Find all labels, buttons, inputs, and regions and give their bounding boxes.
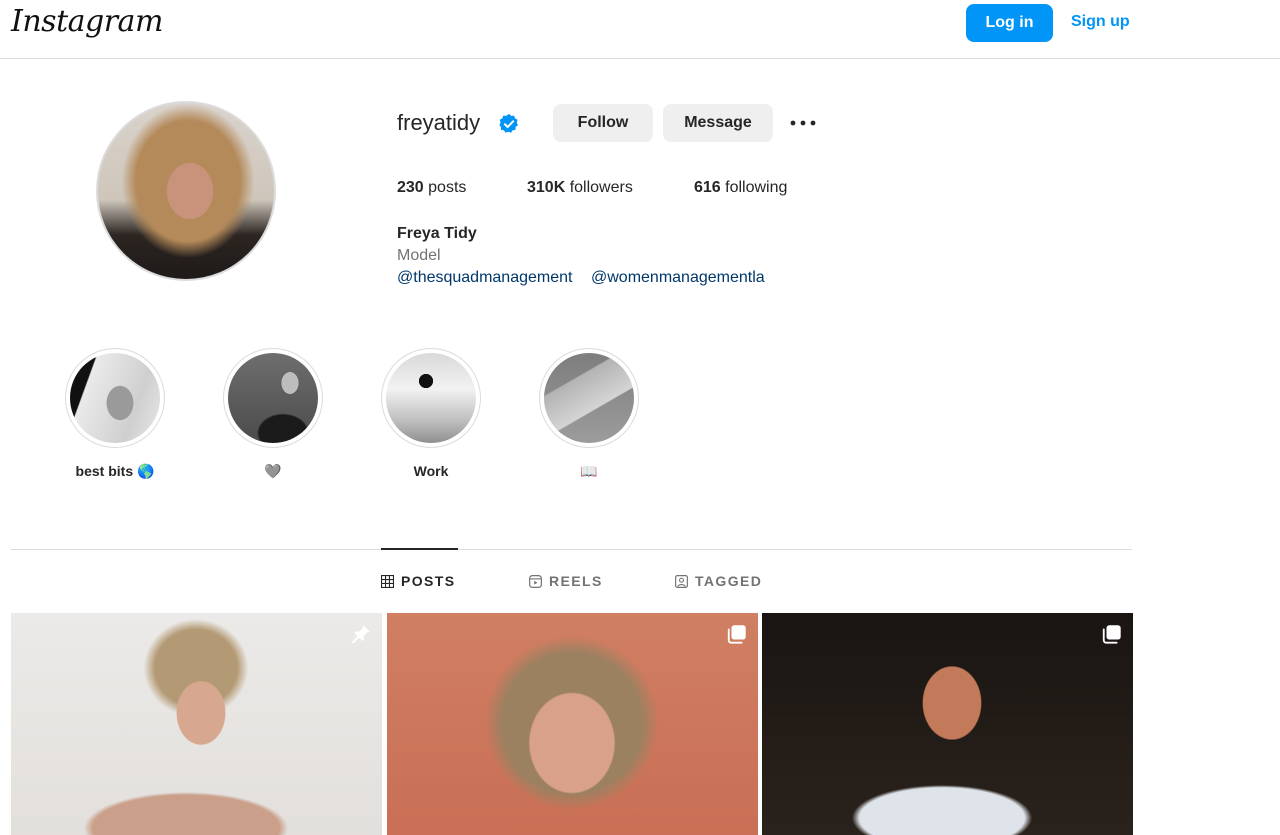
highlight-item[interactable]: best bits 🌎 (65, 348, 165, 479)
highlight-item[interactable]: 🩶 (223, 348, 323, 479)
highlight-label: best bits 🌎 (75, 463, 155, 479)
followers-stat[interactable]: 310K followers (527, 179, 633, 197)
highlight-cover-image (70, 353, 160, 443)
following-stat[interactable]: 616 following (694, 179, 787, 197)
verified-badge-icon (499, 113, 518, 133)
follow-button[interactable]: Follow (553, 104, 653, 142)
profile-username: freyatidy (397, 110, 481, 135)
highlight-ring (539, 348, 639, 448)
more-horizontal-icon[interactable] (786, 112, 820, 134)
posts-label: posts (423, 179, 467, 196)
post-thumbnail[interactable] (11, 613, 382, 835)
highlight-ring (381, 348, 481, 448)
followers-label: followers (565, 179, 633, 196)
pin-icon (352, 625, 370, 644)
highlight-ring (65, 348, 165, 448)
message-button[interactable]: Message (663, 104, 773, 142)
tab-reels-label: REELS (549, 573, 603, 589)
signup-link[interactable]: Sign up (1071, 13, 1130, 31)
carousel-icon (727, 625, 746, 644)
highlight-cover-image (386, 353, 476, 443)
highlight-ring (223, 348, 323, 448)
instagram-logo[interactable]: Instagram (11, 4, 163, 39)
following-count: 616 (694, 179, 721, 196)
carousel-icon (1102, 625, 1121, 644)
following-label: following (720, 179, 788, 196)
bio-mention-women[interactable]: @womenmanagementla (591, 269, 765, 287)
post-thumbnail[interactable] (387, 613, 758, 835)
highlight-label: 🩶 (264, 463, 282, 479)
profile-avatar[interactable] (96, 101, 276, 281)
tabs-divider (11, 549, 1132, 550)
tab-posts-label: POSTS (401, 573, 456, 589)
posts-count: 230 (397, 179, 424, 196)
highlight-label: 📖 (580, 463, 598, 479)
highlight-label: Work (413, 463, 449, 479)
grid-icon (381, 574, 394, 588)
active-tab-indicator (381, 548, 458, 550)
login-button[interactable]: Log in (966, 4, 1053, 42)
highlight-cover-image (228, 353, 318, 443)
followers-count: 310K (527, 179, 566, 196)
posts-count-stat: 230 posts (397, 179, 466, 197)
reels-icon (529, 574, 542, 588)
tab-posts[interactable]: POSTS (381, 573, 455, 589)
top-bar: Instagram Log in Sign up (0, 0, 1280, 59)
bio-mention-squad[interactable]: @thesquadmanagement (397, 269, 572, 287)
post-thumbnail[interactable] (762, 613, 1133, 835)
avatar-image (98, 103, 274, 279)
highlight-cover-image (544, 353, 634, 443)
tab-reels[interactable]: REELS (529, 573, 603, 589)
tab-tagged-label: TAGGED (695, 573, 763, 589)
profile-full-name: Freya Tidy (397, 225, 477, 242)
highlight-item[interactable]: Work (381, 348, 481, 479)
profile-category: Model (397, 247, 441, 264)
highlight-item[interactable]: 📖 (539, 348, 639, 479)
tab-tagged[interactable]: TAGGED (675, 573, 762, 589)
tagged-icon (675, 574, 688, 588)
